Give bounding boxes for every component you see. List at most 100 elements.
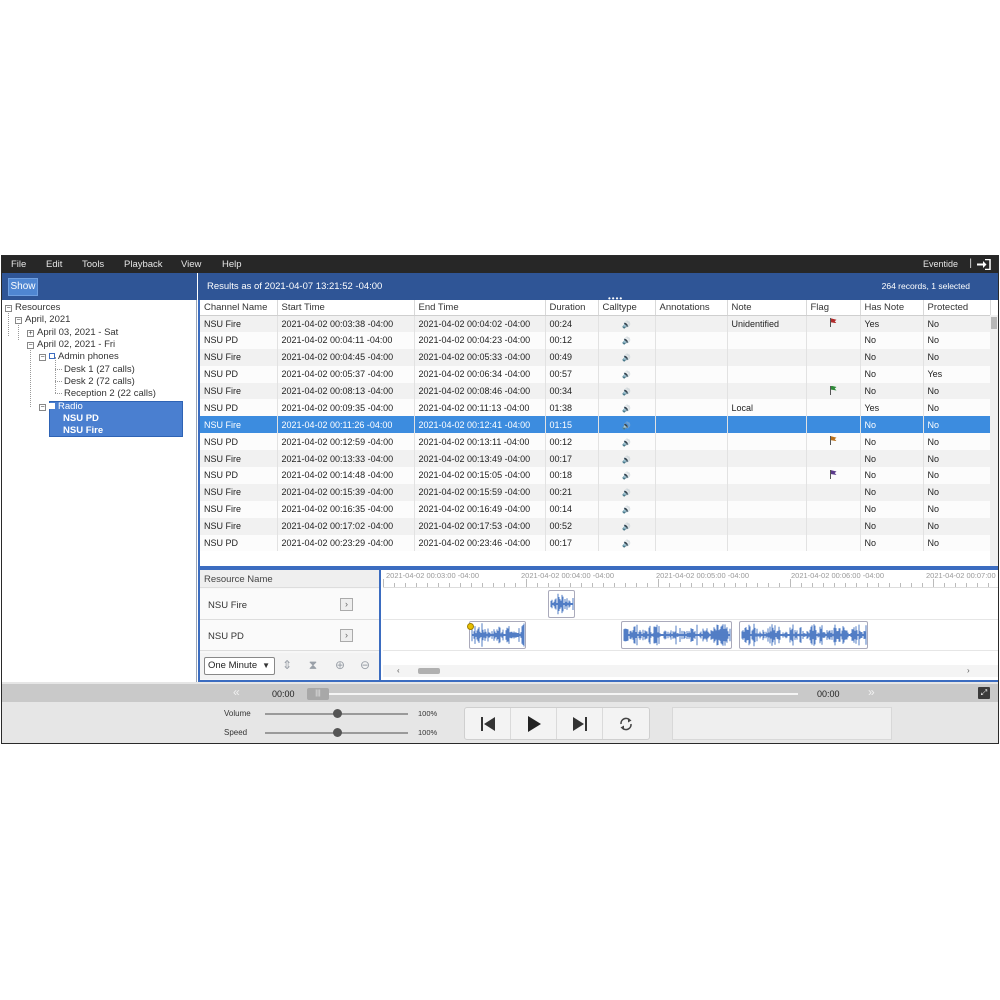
tree-node-day-apr03[interactable]: + April 03, 2021 - Sat [27, 327, 118, 339]
expand-vertical-icon[interactable]: ⇕ [280, 658, 294, 672]
skip-back-button[interactable] [465, 708, 511, 739]
menu-tools[interactable]: Tools [82, 259, 104, 270]
column-header-end[interactable]: End Time [414, 300, 546, 316]
tree-node-nsu-fire[interactable]: NSU Fire [63, 425, 103, 437]
speaker-icon[interactable]: 🔊 [622, 489, 631, 497]
collapse-icon[interactable]: − [27, 342, 34, 349]
logout-icon[interactable] [977, 259, 991, 270]
annotation-marker-icon[interactable] [467, 623, 474, 630]
tree-node-reception2[interactable]: Reception 2 (22 calls) [64, 388, 156, 400]
tree-node-resources[interactable]: − Resources [5, 302, 60, 314]
previous-record-icon[interactable]: « [233, 685, 240, 699]
table-body: NSU Fire 2021-04-02 00:03:38 -04:00 2021-0… [200, 315, 991, 552]
menu-file[interactable]: File [11, 259, 26, 270]
cell-channel: NSU PD [200, 467, 278, 484]
tree-node-radio[interactable]: − Radio [39, 401, 83, 413]
speaker-icon[interactable]: 🔊 [622, 439, 631, 447]
timeline-scrollbar[interactable]: ‹ › [383, 665, 998, 677]
chevron-right-icon[interactable]: › [340, 629, 353, 642]
scrollbar-thumb[interactable] [418, 668, 440, 674]
zoom-out-icon[interactable]: ⊖ [358, 658, 372, 672]
table-row[interactable]: NSU PD 2021-04-02 00:12:59 -04:00 2021-04-… [200, 433, 991, 451]
seek-track[interactable] [312, 693, 798, 695]
scrollbar-thumb[interactable] [991, 317, 997, 329]
table-row[interactable]: NSU PD 2021-04-02 00:04:11 -04:00 2021-04-… [200, 331, 991, 349]
collapse-icon[interactable]: − [5, 305, 12, 312]
flag-icon[interactable] [829, 436, 838, 446]
collapse-icon[interactable]: − [15, 317, 22, 324]
column-header-duration[interactable]: Duration [545, 300, 599, 316]
chevron-right-icon[interactable]: › [967, 666, 970, 675]
table-row[interactable]: NSU PD 2021-04-02 00:14:48 -04:00 2021-04-… [200, 467, 991, 484]
column-header-start[interactable]: Start Time [277, 300, 415, 316]
table-row[interactable]: NSU PD 2021-04-02 00:09:35 -04:00 2021-04-… [200, 399, 991, 417]
speaker-icon[interactable]: 🔊 [622, 523, 631, 531]
tree-node-day-apr02[interactable]: − April 02, 2021 - Fri [27, 339, 115, 351]
play-button[interactable] [511, 708, 557, 739]
loop-button[interactable] [603, 708, 649, 739]
table-row-selected[interactable]: NSU Fire 2021-04-02 00:11:26 -04:00 2021-0… [200, 416, 991, 434]
flag-icon[interactable] [829, 385, 838, 395]
collapse-icon[interactable]: − [39, 354, 46, 361]
menu-playback[interactable]: Playback [124, 259, 163, 270]
column-header-has-note[interactable]: Has Note [860, 300, 924, 316]
show-button[interactable]: Show [8, 278, 38, 296]
next-record-icon[interactable]: » [868, 685, 875, 699]
collapse-icon[interactable]: − [39, 404, 46, 411]
tree-node-admin-phones[interactable]: − Admin phones [39, 351, 119, 363]
column-header-annotations[interactable]: Annotations [655, 300, 728, 316]
speaker-icon[interactable]: 🔊 [622, 422, 631, 430]
column-header-note[interactable]: Note [727, 300, 807, 316]
flag-icon[interactable] [829, 318, 838, 328]
table-row[interactable]: NSU PD 2021-04-02 00:23:29 -04:00 2021-04-… [200, 534, 991, 552]
speaker-icon[interactable]: 🔊 [622, 354, 631, 362]
audio-clip[interactable] [621, 621, 732, 649]
table-row[interactable]: NSU Fire 2021-04-02 00:16:35 -04:00 2021-0… [200, 500, 991, 518]
speaker-icon[interactable]: 🔊 [622, 472, 631, 480]
table-row[interactable]: NSU Fire 2021-04-02 00:04:45 -04:00 2021-0… [200, 348, 991, 366]
table-row[interactable]: NSU Fire 2021-04-02 00:08:13 -04:00 2021-0… [200, 382, 991, 400]
tree-node-desk2[interactable]: Desk 2 (72 calls) [64, 376, 135, 388]
tree-node-month[interactable]: − April, 2021 [15, 314, 70, 326]
table-row[interactable]: NSU Fire 2021-04-02 00:15:39 -04:00 2021-0… [200, 483, 991, 501]
cell-annotations [655, 433, 728, 451]
chevron-left-icon[interactable]: ‹ [397, 666, 400, 675]
column-header-protected[interactable]: Protected [923, 300, 991, 316]
collapse-vertical-icon[interactable]: ⧗ [306, 658, 320, 672]
expand-icon[interactable]: + [27, 330, 34, 337]
speaker-icon[interactable]: 🔊 [622, 506, 631, 514]
speaker-icon[interactable]: 🔊 [622, 337, 631, 345]
skip-forward-button[interactable] [557, 708, 603, 739]
menu-view[interactable]: View [181, 259, 201, 270]
speaker-icon[interactable]: 🔊 [622, 540, 631, 548]
table-scrollbar[interactable] [990, 315, 998, 566]
chevron-right-icon[interactable]: › [340, 598, 353, 611]
speaker-icon[interactable]: 🔊 [622, 388, 631, 396]
audio-clip[interactable] [469, 621, 526, 649]
column-header-calltype[interactable]: Calltype [598, 300, 656, 316]
speaker-icon[interactable]: 🔊 [622, 321, 631, 329]
table-row[interactable]: NSU Fire 2021-04-02 00:17:02 -04:00 2021-0… [200, 517, 991, 535]
speaker-icon[interactable]: 🔊 [622, 405, 631, 413]
zoom-in-icon[interactable]: ⊕ [333, 658, 347, 672]
seek-handle[interactable]: ||| [307, 688, 329, 700]
tree-node-nsu-pd[interactable]: NSU PD [63, 413, 99, 425]
timeline-area[interactable]: 2021-04-02 00:03:00 -04:00 2021-04-02 00… [383, 570, 998, 680]
volume-slider-knob[interactable] [332, 709, 342, 718]
table-row[interactable]: NSU Fire 2021-04-02 00:13:33 -04:00 2021-0… [200, 450, 991, 468]
speaker-icon[interactable]: 🔊 [622, 371, 631, 379]
zoom-level-select[interactable]: One Minute ▼ [204, 657, 275, 675]
speaker-icon[interactable]: 🔊 [622, 456, 631, 464]
column-header-flag[interactable]: Flag [806, 300, 861, 316]
menu-help[interactable]: Help [222, 259, 242, 270]
tree-node-desk1[interactable]: Desk 1 (27 calls) [64, 364, 135, 376]
flag-icon[interactable] [829, 469, 838, 479]
table-row[interactable]: NSU PD 2021-04-02 00:05:37 -04:00 2021-04-… [200, 365, 991, 383]
audio-clip[interactable] [548, 590, 575, 618]
column-header-channel[interactable]: Channel Name [200, 300, 278, 316]
menu-edit[interactable]: Edit [46, 259, 62, 270]
table-row[interactable]: NSU Fire 2021-04-02 00:03:38 -04:00 2021-0… [200, 315, 991, 332]
audio-clip[interactable] [739, 621, 868, 649]
fullscreen-icon[interactable]: ⤢ [978, 687, 990, 699]
speed-slider-knob[interactable] [332, 728, 342, 737]
